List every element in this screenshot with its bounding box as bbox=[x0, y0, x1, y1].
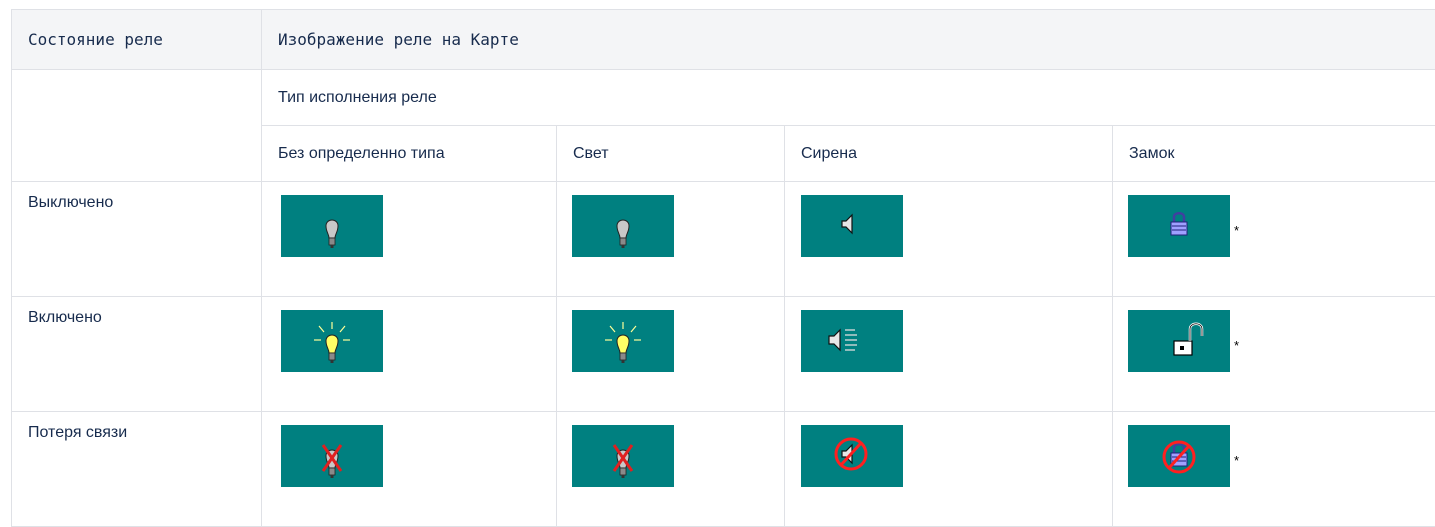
lock-footnote-marker: * bbox=[1234, 223, 1239, 238]
state-label-on: Включено bbox=[12, 297, 261, 327]
state-label-lost: Потеря связи bbox=[12, 412, 261, 442]
bulb-on-icon bbox=[281, 310, 383, 372]
icon-cell: * bbox=[1113, 297, 1435, 412]
speaker-lost-icon bbox=[801, 425, 903, 487]
relay-state-table: Состояние реле Изображение реле на Карте… bbox=[11, 9, 1435, 527]
icon-cell bbox=[557, 182, 785, 297]
bulb-off-icon bbox=[281, 195, 383, 257]
header-image-column: Изображение реле на Карте bbox=[262, 10, 1435, 70]
icon-cell: * bbox=[1113, 182, 1435, 297]
state-cell: Включено bbox=[12, 297, 262, 412]
lock-closed-icon bbox=[1128, 195, 1230, 257]
lock-footnote-marker: * bbox=[1234, 453, 1239, 468]
icon-cell: * bbox=[1113, 412, 1435, 527]
bulb-lost-icon bbox=[572, 425, 674, 487]
header-state-label: Состояние реле bbox=[12, 30, 261, 49]
relay-table-wrapper: Состояние реле Изображение реле на Карте… bbox=[11, 9, 1435, 527]
icon-cell bbox=[262, 182, 557, 297]
type-header-row: Тип исполнения реле bbox=[12, 70, 1435, 126]
lock-open-icon bbox=[1128, 310, 1230, 372]
type-header-cell: Тип исполнения реле bbox=[262, 70, 1435, 126]
type-generic-label: Без определенно типа bbox=[262, 145, 556, 163]
header-state-column: Состояние реле bbox=[12, 10, 262, 70]
icon-cell bbox=[785, 182, 1113, 297]
bulb-lost-icon bbox=[281, 425, 383, 487]
header-image-label: Изображение реле на Карте bbox=[262, 30, 1435, 49]
icon-cell bbox=[262, 412, 557, 527]
bulb-off-icon bbox=[572, 195, 674, 257]
icon-cell bbox=[557, 297, 785, 412]
type-header-label: Тип исполнения реле bbox=[262, 89, 1435, 107]
speaker-on-icon bbox=[801, 310, 903, 372]
state-row-off: Выключено * bbox=[12, 182, 1435, 297]
state-cell: Потеря связи bbox=[12, 412, 262, 527]
lock-lost-icon bbox=[1128, 425, 1230, 487]
type-lock-cell: Замок bbox=[1113, 126, 1435, 182]
speaker-off-icon bbox=[801, 195, 903, 257]
type-siren-cell: Сирена bbox=[785, 126, 1113, 182]
header-row: Состояние реле Изображение реле на Карте bbox=[12, 10, 1435, 70]
bulb-on-icon bbox=[572, 310, 674, 372]
state-row-lost: Потеря связи * bbox=[12, 412, 1435, 527]
state-row-on: Включено bbox=[12, 297, 1435, 412]
empty-cell bbox=[12, 70, 262, 182]
type-lock-label: Замок bbox=[1113, 145, 1435, 163]
type-generic-cell: Без определенно типа bbox=[262, 126, 557, 182]
icon-cell bbox=[785, 412, 1113, 527]
state-label-off: Выключено bbox=[12, 182, 261, 212]
lock-footnote-marker: * bbox=[1234, 338, 1239, 353]
icon-cell bbox=[262, 297, 557, 412]
type-light-label: Свет bbox=[557, 145, 784, 163]
type-siren-label: Сирена bbox=[785, 145, 1112, 163]
type-light-cell: Свет bbox=[557, 126, 785, 182]
state-cell: Выключено bbox=[12, 182, 262, 297]
icon-cell bbox=[785, 297, 1113, 412]
icon-cell bbox=[557, 412, 785, 527]
